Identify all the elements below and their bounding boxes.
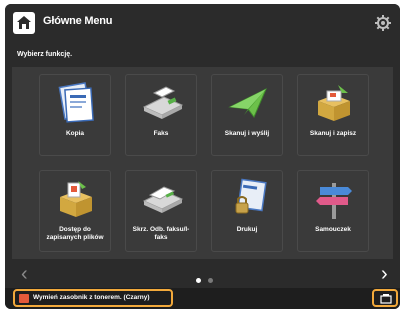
tile-label: Skanuj i zapisz <box>309 130 357 137</box>
tile-label: Samouczek <box>315 226 351 233</box>
status-message-button[interactable]: Wymień zasobnik z tonerem. (Czarny) <box>13 289 173 307</box>
tile-scan-send[interactable]: Skanuj i wyślij <box>211 74 283 156</box>
tile-print[interactable]: Drukuj <box>211 170 283 252</box>
tile-label: Dostęp do zapisanych plików <box>46 226 104 241</box>
warning-badge-icon <box>19 294 29 303</box>
previous-page-button[interactable]: ‹ <box>21 264 28 284</box>
fax-icon <box>140 81 184 125</box>
tile-label: Faks <box>153 130 169 137</box>
tile-scan-store[interactable]: Skanuj i zapisz <box>297 74 369 156</box>
print-icon <box>226 177 270 221</box>
page-indicator <box>196 270 216 288</box>
tile-label: Skanuj i wyślij <box>224 130 270 137</box>
tile-label: Skrz. Odb. faksu/I-faks <box>132 226 190 241</box>
scan-send-icon <box>226 81 270 125</box>
status-monitor-button[interactable] <box>372 289 398 307</box>
copy-icon <box>54 81 98 125</box>
page-title: Główne Menu <box>43 15 113 27</box>
tile-stored-files[interactable]: Dostęp do zapisanych plików <box>39 170 111 252</box>
header: Główne Menu <box>5 4 400 44</box>
scan-store-icon <box>312 81 356 125</box>
tile-fax[interactable]: Faks <box>125 74 197 156</box>
stored-files-icon <box>54 177 98 221</box>
tile-fax-inbox[interactable]: Skrz. Odb. faksu/I-faks <box>125 170 197 252</box>
next-page-button[interactable]: › <box>381 264 388 284</box>
home-icon[interactable] <box>13 12 35 34</box>
function-panel: Kopia Faks Skanuj i wyślij Skanuj i zapi… <box>12 67 393 259</box>
status-message-text: Wymień zasobnik z tonerem. (Czarny) <box>33 294 150 301</box>
tile-label: Kopia <box>65 130 85 137</box>
instruction-text: Wybierz funkcję. <box>17 51 73 58</box>
tile-label: Drukuj <box>236 226 258 233</box>
gear-icon[interactable] <box>374 14 392 32</box>
page-dot-active <box>196 278 201 283</box>
touch-screen: Główne Menu Wybierz funkcję. Kopia Faks … <box>5 4 400 309</box>
fax-inbox-icon <box>140 177 184 221</box>
page-dot <box>208 278 214 283</box>
tile-tutorial[interactable]: Samouczek <box>297 170 369 252</box>
status-monitor-icon <box>380 294 392 304</box>
tile-copy[interactable]: Kopia <box>39 74 111 156</box>
tutorial-icon <box>312 177 356 221</box>
